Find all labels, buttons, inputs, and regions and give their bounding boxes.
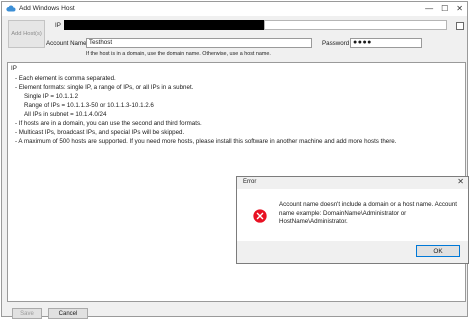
password-label: Password [322, 40, 350, 47]
add-windows-host-window: Add Windows Host — ☐ ✕ Add Host(s) IP Ac… [1, 1, 468, 319]
maximize-button[interactable]: ☐ [441, 3, 448, 15]
ip-input[interactable] [264, 20, 447, 30]
help-line: - Each element is comma separated. [15, 75, 116, 82]
cancel-button[interactable]: Cancel [48, 308, 88, 319]
ok-button[interactable]: OK [416, 245, 460, 257]
window-title: Add Windows Host [19, 5, 75, 12]
help-line: Range of IPs = 10.1.1.3-50 or 10.1.1.3-1… [24, 102, 154, 109]
error-dialog-title: Error [243, 179, 257, 185]
ip-field-redacted[interactable] [64, 20, 264, 30]
password-input[interactable]: ●●●● [350, 38, 422, 48]
cloud-icon [6, 5, 16, 12]
help-line: - Element formats: single IP, a range of… [15, 84, 194, 91]
help-line: - Multicast IPs, broadcast IPs, and spec… [15, 129, 185, 136]
error-dialog: Error ✕ Account name doesn't include a d… [236, 176, 469, 264]
help-line: - A maximum of 500 hosts are supported. … [15, 138, 397, 145]
account-name-input[interactable]: Testhost [86, 38, 312, 48]
title-bar: Add Windows Host — ☐ ✕ [2, 2, 467, 16]
account-hint: If the host is in a domain, use the doma… [86, 51, 271, 57]
close-button[interactable]: ✕ [456, 3, 463, 15]
error-dialog-body: Account name doesn't include a domain or… [237, 189, 468, 241]
error-icon [253, 209, 267, 223]
account-name-label: Account Name [46, 40, 87, 47]
ip-checkbox[interactable] [456, 22, 464, 30]
save-button[interactable]: Save [12, 308, 42, 319]
window-controls: — ☐ ✕ [425, 3, 463, 15]
help-heading: IP [11, 65, 17, 72]
error-dialog-close-button[interactable]: ✕ [457, 177, 464, 186]
help-line: - If hosts are in a domain, you can use … [15, 120, 202, 127]
ip-label: IP [55, 22, 61, 29]
help-line: All IPs in subnet = 10.1.4.0/24 [24, 111, 107, 118]
minimize-button[interactable]: — [425, 3, 433, 15]
help-line: Single IP = 10.1.1.2 [24, 93, 79, 100]
add-hosts-button[interactable]: Add Host(s) [8, 20, 45, 48]
error-message: Account name doesn't include a domain or… [279, 201, 457, 226]
